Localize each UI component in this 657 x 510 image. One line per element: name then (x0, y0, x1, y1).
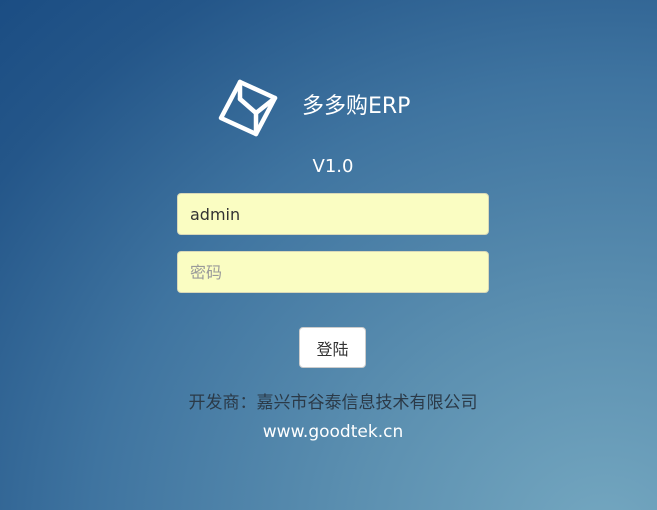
app-title: 多多购ERP (302, 94, 411, 119)
username-input[interactable] (177, 193, 489, 235)
cube-icon (218, 79, 278, 137)
developer-info: 开发商：嘉兴市谷泰信息技术有限公司 (188, 393, 478, 413)
login-button[interactable]: 登陆 (299, 327, 366, 368)
website-link[interactable]: www.goodtek.cn (0, 420, 657, 444)
password-input[interactable] (177, 251, 489, 293)
version-label: V1.0 (312, 156, 354, 177)
